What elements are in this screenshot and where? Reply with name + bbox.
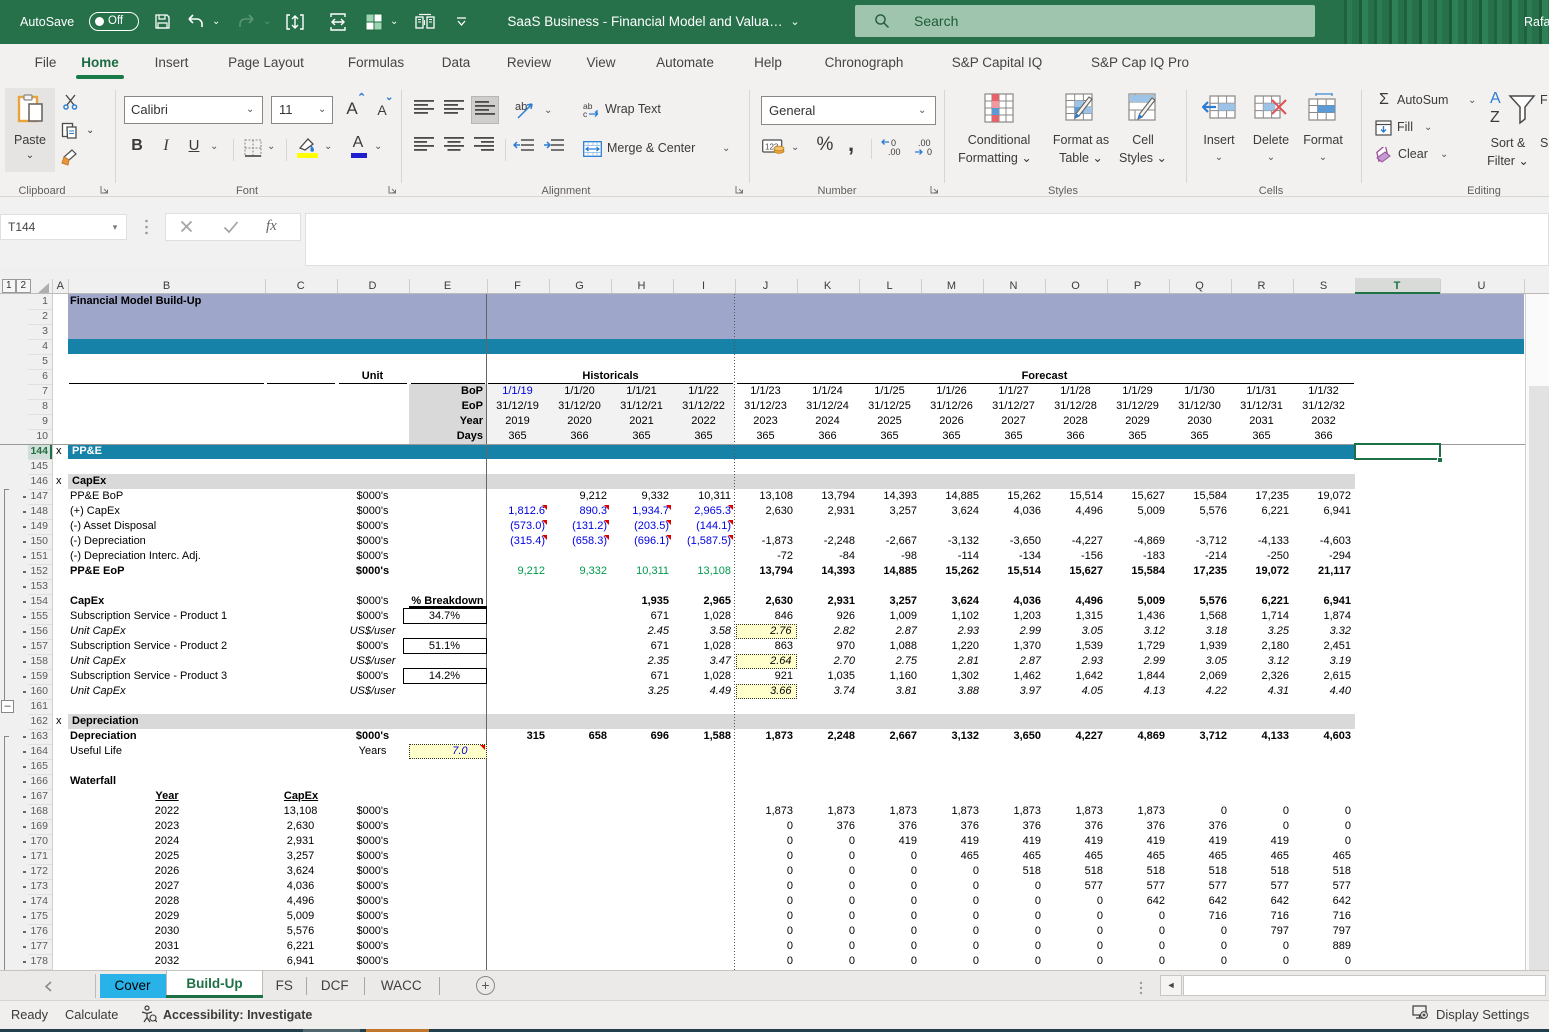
svg-text:A: A bbox=[1490, 90, 1501, 107]
svg-text:Z: Z bbox=[1490, 109, 1500, 126]
svg-text:0: 0 bbox=[927, 147, 932, 157]
svg-text:.00: .00 bbox=[888, 147, 901, 157]
